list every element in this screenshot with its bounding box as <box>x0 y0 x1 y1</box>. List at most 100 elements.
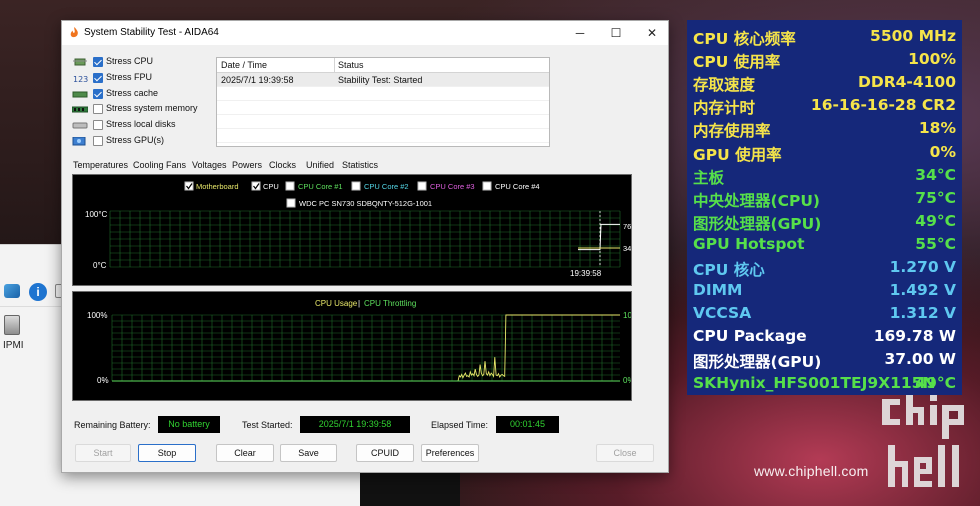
tab-temperatures[interactable]: Temperatures <box>73 160 128 170</box>
legend-checkbox[interactable] <box>285 181 295 191</box>
y-axis-bottom-right-label: 0% <box>623 376 631 385</box>
watermark-url: www.chiphell.com <box>754 463 869 479</box>
osd-row: 主板 34°C <box>687 164 962 187</box>
stress-option-label: Stress cache <box>106 87 159 98</box>
stop-button[interactable]: Stop <box>138 444 196 462</box>
temperature-grid <box>109 210 621 268</box>
osd-label: 主板 <box>693 168 725 187</box>
row-datetime: 2025/7/1 19:39:58 <box>221 75 294 85</box>
title-bar[interactable]: System Stability Test - AIDA64 ─ ☐ ✕ <box>62 21 668 45</box>
minimize-button[interactable]: ─ <box>562 21 598 45</box>
network-icon[interactable] <box>4 284 20 298</box>
tab-statistics[interactable]: Statistics <box>342 160 378 170</box>
background-dark-panel <box>360 470 460 506</box>
legend-cpu-core-1[interactable]: CPU Core #1 <box>285 181 343 191</box>
legend-checkbox[interactable] <box>417 181 427 191</box>
table-row[interactable]: 2025/7/1 19:39:58 Stability Test: Starte… <box>217 73 549 87</box>
close-window-button[interactable]: ✕ <box>634 21 670 45</box>
stress-memory-checkbox[interactable] <box>93 104 103 115</box>
test-started-value: 2025/7/1 19:39:58 <box>300 416 410 433</box>
table-row-empty <box>217 115 549 129</box>
clear-button[interactable]: Clear <box>216 444 274 462</box>
fpu-123-icon: 123 <box>73 75 88 83</box>
osd-row: 内存使用率 18% <box>687 117 962 140</box>
server-icon[interactable] <box>4 315 20 335</box>
column-header-datetime[interactable]: Date / Time <box>221 60 267 70</box>
osd-label: VCCSA <box>693 304 752 323</box>
save-button[interactable]: Save <box>280 444 337 462</box>
desktop-item-label[interactable]: IPMI <box>3 340 24 351</box>
maximize-button[interactable]: ☐ <box>598 21 634 45</box>
cpu-temperature-value: 76 <box>623 222 631 231</box>
tab-unified[interactable]: Unified <box>306 160 334 170</box>
table-header: Date / Time Status <box>217 58 549 73</box>
stress-option-fpu[interactable]: 123 Stress FPU <box>72 71 212 87</box>
legend-cpu-core-2[interactable]: CPU Core #2 <box>351 181 409 191</box>
osd-value: 100% <box>908 50 956 69</box>
osd-label: 内存使用率 <box>693 122 771 141</box>
start-button[interactable]: Start <box>75 444 131 462</box>
osd-value: 34°C <box>915 165 956 184</box>
osd-row: CPU Package 169.78 W <box>687 325 962 348</box>
tab-clocks[interactable]: Clocks <box>269 160 296 170</box>
legend-motherboard[interactable]: Motherboard <box>184 181 239 191</box>
window-title: System Stability Test - AIDA64 <box>84 27 219 38</box>
stress-cache-checkbox[interactable] <box>93 88 103 99</box>
osd-value: 1.270 V <box>889 258 956 276</box>
preferences-button[interactable]: Preferences <box>421 444 479 462</box>
cpu-chip-icon <box>73 58 87 66</box>
legend-nvme-drive[interactable]: WDC PC SN730 SDBQNTY-512G-1001 <box>286 198 432 208</box>
chiphell-logo <box>882 395 964 487</box>
osd-row: SKHynix_HFS001TEJ9X115N 49°C <box>687 372 962 395</box>
osd-value: 5500 MHz <box>870 27 956 45</box>
osd-value: 16-16-16-28 CR2 <box>810 96 956 115</box>
column-divider[interactable] <box>334 58 335 73</box>
tab-powers[interactable]: Powers <box>232 160 262 170</box>
osd-value: 49°C <box>915 373 956 392</box>
tab-cooling-fans[interactable]: Cooling Fans <box>133 160 186 170</box>
stress-option-label: Stress local disks <box>106 119 176 130</box>
legend-cpu[interactable]: CPU <box>251 181 279 191</box>
stress-option-label: Stress system memory <box>106 103 198 114</box>
status-log-table[interactable]: Date / Time Status 2025/7/1 19:39:58 Sta… <box>216 57 550 147</box>
row-status: Stability Test: Started <box>338 75 423 85</box>
gpu-card-icon <box>72 136 86 146</box>
stress-disks-checkbox[interactable] <box>93 120 103 131</box>
stress-option-disks[interactable]: Stress local disks <box>72 118 212 134</box>
osd-value: 1.492 V <box>889 281 956 300</box>
legend-separator: | <box>358 299 360 308</box>
elapsed-time-label: Elapsed Time: <box>431 420 489 430</box>
close-button[interactable]: Close <box>596 444 654 462</box>
legend-label: Motherboard <box>196 182 239 191</box>
legend-cpu-core-4[interactable]: CPU Core #4 <box>482 181 540 191</box>
legend-label: CPU Core #4 <box>495 182 540 191</box>
osd-row: VCCSA 1.312 V <box>687 302 962 325</box>
osd-row: GPU Hotspot 55°C <box>687 233 962 256</box>
tab-voltages[interactable]: Voltages <box>192 160 227 170</box>
osd-value: 75°C <box>915 188 956 207</box>
column-header-status[interactable]: Status <box>338 60 364 70</box>
stress-cpu-checkbox[interactable] <box>93 57 103 67</box>
legend-checkbox[interactable] <box>482 181 492 191</box>
stress-fpu-checkbox[interactable] <box>93 72 103 83</box>
cpuid-button[interactable]: CPUID <box>356 444 414 462</box>
stress-option-cache[interactable]: Stress cache <box>72 87 212 103</box>
stress-gpu-checkbox[interactable] <box>93 135 103 146</box>
stress-option-memory[interactable]: Stress system memory <box>72 102 212 118</box>
legend-checkbox[interactable] <box>351 181 361 191</box>
stress-option-cpu[interactable]: Stress CPU <box>72 55 212 71</box>
legend-label: CPU Core #1 <box>298 182 343 191</box>
osd-label: DIMM <box>693 281 743 300</box>
legend-label: CPU Core #3 <box>430 182 475 191</box>
osd-value: 0% <box>929 142 956 161</box>
motherboard-temperature-value: 34 <box>623 244 631 253</box>
osd-label: 中央处理器(CPU) <box>693 191 820 210</box>
osd-row: 中央处理器(CPU) 75°C <box>687 187 962 210</box>
legend-checkbox[interactable] <box>286 198 296 208</box>
legend-cpu-core-3[interactable]: CPU Core #3 <box>417 181 475 191</box>
osd-value: 49°C <box>915 211 956 230</box>
stress-option-gpu[interactable]: Stress GPU(s) <box>72 134 212 150</box>
legend-cpu-throttling: CPU Throttling <box>364 299 416 308</box>
legend-label: CPU Core #2 <box>364 182 409 191</box>
info-icon[interactable]: i <box>29 283 47 301</box>
